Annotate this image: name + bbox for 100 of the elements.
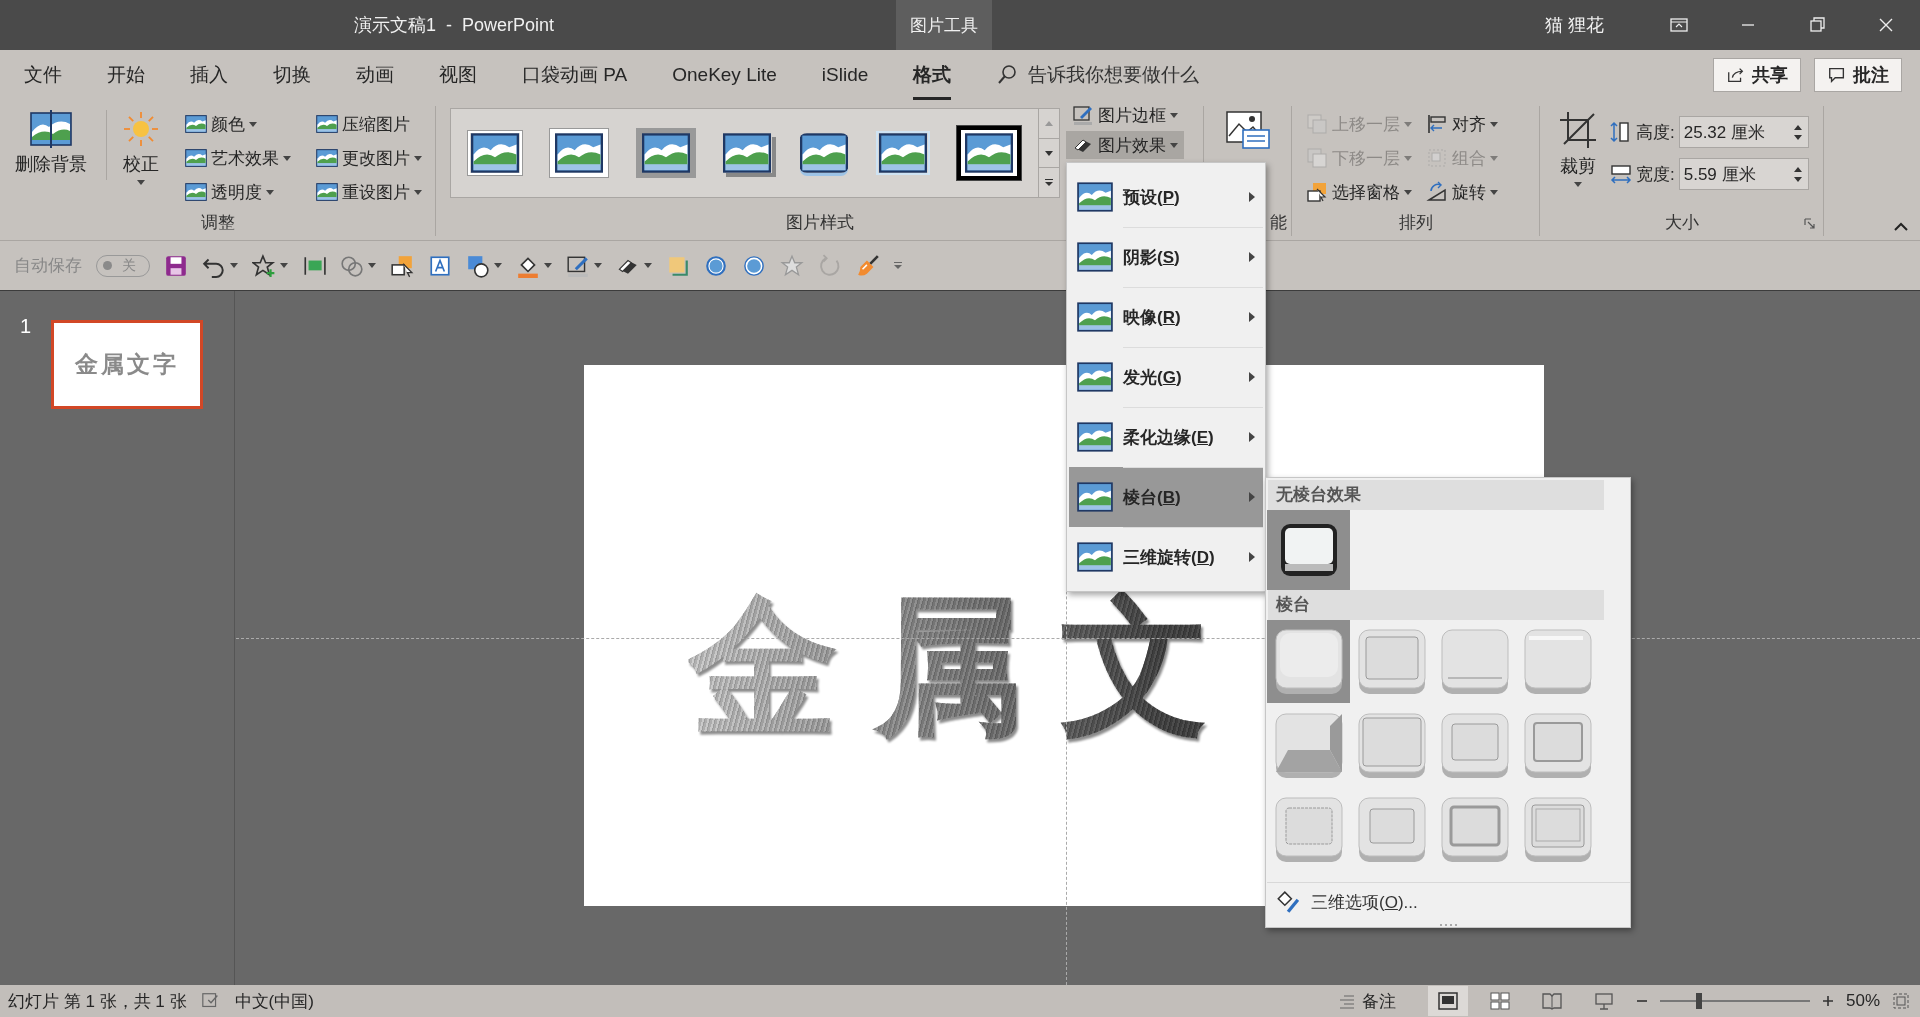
menu-item[interactable]: 柔化边缘(E) [1069, 407, 1263, 467]
caret-icon [644, 263, 652, 268]
resize-grip-icon[interactable] [1438, 923, 1459, 927]
user-name[interactable]: 猫 狸花 [1545, 13, 1604, 37]
layers-icon [1306, 147, 1328, 169]
layers-icon [1306, 113, 1328, 135]
view-button[interactable] [1427, 986, 1468, 1016]
style-thumbnail[interactable] [799, 133, 850, 173]
ribbon-button[interactable]: 图片效果 [1066, 131, 1184, 159]
height-field[interactable]: 25.32 厘米 [1678, 116, 1809, 148]
style-thumbnail[interactable] [635, 128, 696, 178]
submenu-arrow-icon [1249, 432, 1255, 442]
picture-icon [1077, 422, 1113, 452]
ribbon-tab[interactable]: iSlide [821, 50, 869, 100]
tell-me-field[interactable]: 告诉我你想要做什么 [1028, 64, 1289, 86]
caret-icon [1574, 182, 1582, 187]
ribbon-button[interactable]: 图片边框 [1066, 101, 1184, 129]
star-icon[interactable] [780, 253, 804, 278]
style-thumbnail[interactable] [549, 128, 610, 178]
corrections-button[interactable]: 校正 [117, 106, 165, 210]
caret-icon [494, 263, 502, 268]
comments-button[interactable]: 批注 [1814, 58, 1902, 92]
ribbon-tab[interactable]: 文件 [24, 50, 62, 100]
caret-icon [230, 263, 238, 268]
ribbon-button[interactable]: 旋转 [1426, 176, 1498, 208]
zoom-level[interactable]: 50% [1845, 991, 1880, 1011]
customize-icon[interactable] [894, 262, 902, 269]
ribbon-tab[interactable]: 动画 [356, 50, 394, 100]
slide-sorter-icon [1489, 992, 1510, 1010]
collapse-icon[interactable] [1894, 222, 1908, 232]
search-icon [996, 64, 1019, 86]
picture-icon [1077, 542, 1113, 572]
ribbon-tab[interactable]: 开始 [107, 50, 145, 100]
menu-item[interactable]: 三维选项(O)... [1267, 882, 1630, 921]
brush-icon[interactable] [856, 253, 880, 278]
autosave-label: 自动保存 [14, 255, 82, 277]
menu-item[interactable]: 预设(P) [1069, 167, 1263, 227]
ribbon-button[interactable]: 颜色 [185, 108, 310, 140]
ribbon-button[interactable]: 选择窗格 [1306, 176, 1412, 208]
submenu-arrow-icon [1249, 252, 1255, 262]
caret-icon [1170, 112, 1178, 118]
comment-icon [1827, 65, 1847, 85]
scroll-down-icon[interactable] [1045, 150, 1053, 156]
crop-button[interactable]: 裁剪 [1558, 106, 1598, 210]
ribbon-button[interactable]: 透明度 [185, 176, 310, 208]
ribbon-tab[interactable]: 格式 [913, 50, 952, 100]
menu-item[interactable]: 三维旋转(D) [1069, 527, 1263, 587]
zoom-in-icon[interactable] [1821, 995, 1834, 1007]
group-icon [1426, 147, 1448, 169]
language-label[interactable]: 中文(中国) [234, 989, 314, 1013]
ribbon-tab[interactable]: OneKey Lite [672, 50, 777, 100]
caret-icon [368, 263, 376, 268]
caret-icon [544, 263, 552, 268]
save-icon[interactable] [164, 253, 188, 278]
slide-info: 幻灯片 第 1 张，共 1 张 [8, 990, 187, 1013]
text-box-icon[interactable] [428, 253, 452, 278]
field-label: 宽度: [1636, 163, 1675, 186]
alt-text-icon[interactable] [1224, 110, 1271, 150]
ribbon-button[interactable]: 更改图片 [316, 142, 422, 174]
menu-item[interactable]: 棱台(B) [1069, 467, 1263, 527]
rotate-icon [1426, 181, 1448, 203]
ribbon-button[interactable]: 重设图片 [316, 176, 422, 208]
picture-icon [185, 115, 207, 133]
ribbon-button[interactable]: 对齐 [1426, 108, 1498, 140]
share-button[interactable]: 共享 [1713, 58, 1801, 92]
ribbon-tab[interactable]: 插入 [190, 50, 228, 100]
style-thumbnail[interactable] [956, 126, 1021, 180]
circles-icon[interactable] [340, 253, 364, 278]
ribbon-tab[interactable]: 视图 [439, 50, 477, 100]
ribbon-tab[interactable]: 切换 [273, 50, 311, 100]
picture-icon [29, 110, 73, 148]
ribbon-button[interactable]: 艺术效果 [185, 142, 310, 174]
ribbon-button[interactable]: 压缩图片 [316, 108, 422, 140]
bevel-option[interactable] [1267, 510, 1350, 591]
submenu-arrow-icon [1249, 552, 1255, 562]
picture-icon [185, 149, 207, 167]
remove-background-button[interactable]: 删除背景 [0, 106, 96, 210]
shapes-icon[interactable] [466, 253, 490, 278]
caret-icon [414, 189, 422, 195]
select-icon[interactable] [390, 253, 414, 278]
caret-icon [1490, 155, 1498, 161]
caret-icon [137, 180, 145, 185]
star-icon[interactable] [252, 253, 276, 278]
circle-icon[interactable] [742, 253, 766, 278]
more-icon[interactable] [1045, 179, 1053, 187]
ribbon-tab[interactable]: 口袋动画 PA [522, 50, 628, 100]
caret-icon [1170, 142, 1178, 148]
menu-item[interactable]: 阴影(S) [1069, 227, 1263, 287]
width-field[interactable]: 5.59 厘米 [1678, 158, 1809, 190]
group-label: 能 [1270, 212, 1287, 234]
dialog-launcher-icon[interactable] [1804, 218, 1815, 229]
notes-button[interactable]: 备注 [1337, 989, 1396, 1013]
window-title: 演示文稿1 - PowerPoint [354, 14, 556, 37]
menu-item[interactable]: 发光(G) [1069, 347, 1263, 407]
menu-item[interactable]: 映像(R) [1069, 287, 1263, 347]
caret-icon [1490, 189, 1498, 195]
group-label: 大小 [1664, 212, 1699, 234]
zoom-slider-thumb[interactable] [1695, 993, 1702, 1009]
circle-icon[interactable] [704, 253, 728, 278]
spin-icon [1793, 166, 1802, 182]
